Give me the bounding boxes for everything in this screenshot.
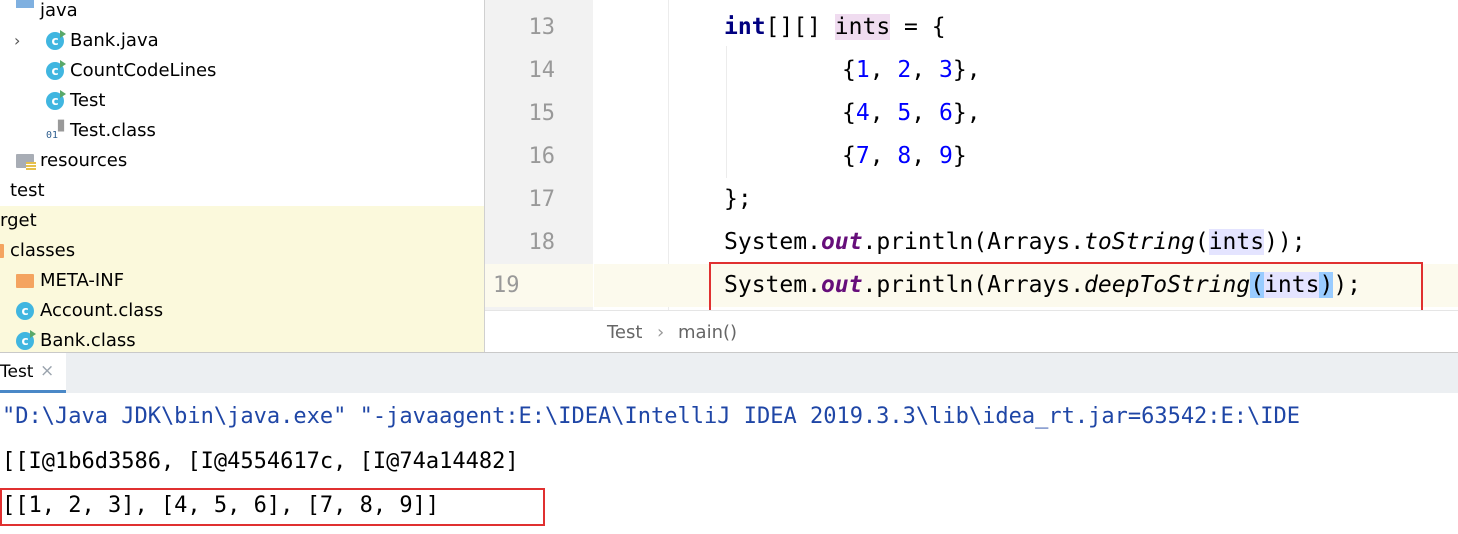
project-tree-item-label: rget	[0, 210, 37, 231]
binary-class-icon: █ 01	[46, 121, 64, 141]
code-line-17[interactable]: };	[594, 178, 1458, 221]
run-console[interactable]: "D:\Java JDK\bin\java.exe" "-javaagent:E…	[0, 393, 1458, 534]
project-tree-item-label: Test.class	[70, 120, 156, 141]
chevron-right-icon[interactable]: ›	[14, 26, 20, 56]
java-class-icon: c	[46, 90, 66, 110]
editor-breadcrumb: Test › main()	[485, 310, 1458, 353]
line-number: 16	[528, 144, 556, 169]
project-tree-panel: java › c Bank.java c CountCodeLines c Test █ 01 Te…	[0, 0, 485, 352]
line-number-current: 19	[485, 264, 593, 307]
compiled-class-icon: c	[16, 302, 34, 320]
annotation-box-output	[0, 488, 545, 526]
line-number: 14	[528, 58, 556, 83]
line-number: 18	[528, 230, 556, 255]
breadcrumb-method[interactable]: main()	[678, 322, 737, 343]
project-tree-item-label: CountCodeLines	[70, 60, 217, 81]
run-tab-label: Test	[0, 362, 34, 382]
project-tree-item[interactable]: resources	[0, 146, 484, 176]
code-line-15[interactable]: {4, 5, 6},	[594, 92, 1458, 135]
run-tab-test[interactable]: Test ×	[0, 353, 66, 393]
project-tree-item-label: Bank.java	[70, 30, 159, 51]
project-tree-item-label: Account.class	[40, 300, 164, 321]
java-class-icon: c	[46, 60, 66, 80]
resources-folder-icon	[16, 154, 36, 170]
line-number: 15	[528, 101, 556, 126]
code-line-18[interactable]: System.out.println(Arrays.toString(ints)…	[594, 221, 1458, 264]
close-icon[interactable]: ×	[40, 361, 54, 381]
compiled-class-icon: c	[16, 330, 36, 350]
project-tree-item-label: classes	[10, 240, 76, 261]
project-tree-item-label: java	[40, 0, 78, 21]
project-tree-item-label: Test	[70, 90, 106, 111]
project-tree-item[interactable]: c Bank.class	[0, 326, 484, 352]
project-tree-item[interactable]: classes	[0, 236, 484, 266]
run-tool-window-tabs: Test ×	[0, 352, 1458, 394]
project-tree-item-label: META-INF	[40, 270, 125, 291]
folder-orange-icon	[0, 244, 4, 258]
console-output-line: [[I@1b6d3586, [I@4554617c, [I@74a14482]	[2, 449, 519, 474]
project-tree-item[interactable]: › c Bank.java	[0, 26, 484, 56]
breadcrumb-separator-icon: ›	[657, 322, 665, 343]
project-tree-item[interactable]: █ 01 Test.class	[0, 116, 484, 146]
project-tree-item[interactable]: rget	[0, 206, 484, 236]
project-tree-item-label: test	[10, 180, 45, 201]
project-tree-item[interactable]: c CountCodeLines	[0, 56, 484, 86]
editor-gutter: 13 14 15 16 17 18 19	[485, 0, 593, 310]
code-line-14[interactable]: {1, 2, 3},	[594, 49, 1458, 92]
folder-orange-icon	[16, 274, 34, 288]
line-number: 13	[528, 15, 556, 40]
folder-blue-icon	[16, 0, 34, 8]
code-line-13[interactable]: int[][] ints = {	[594, 6, 1458, 49]
project-tree-item[interactable]: c Test	[0, 86, 484, 116]
project-tree-item[interactable]: java	[0, 0, 484, 26]
console-command-line: "D:\Java JDK\bin\java.exe" "-javaagent:E…	[2, 404, 1301, 429]
line-number: 17	[528, 187, 556, 212]
java-class-icon: c	[46, 30, 66, 50]
breadcrumb-class[interactable]: Test	[607, 322, 642, 343]
project-tree-item[interactable]: c Account.class	[0, 296, 484, 326]
code-line-16[interactable]: {7, 8, 9}	[594, 135, 1458, 178]
project-tree-item[interactable]: test	[0, 176, 484, 206]
project-tree-item[interactable]: META-INF	[0, 266, 484, 296]
code-editor[interactable]: int[][] ints = { {1, 2, 3}, {4, 5, 6}, {…	[594, 0, 1458, 322]
project-tree-item-label: resources	[40, 150, 128, 171]
project-tree-item-label: Bank.class	[40, 330, 136, 351]
